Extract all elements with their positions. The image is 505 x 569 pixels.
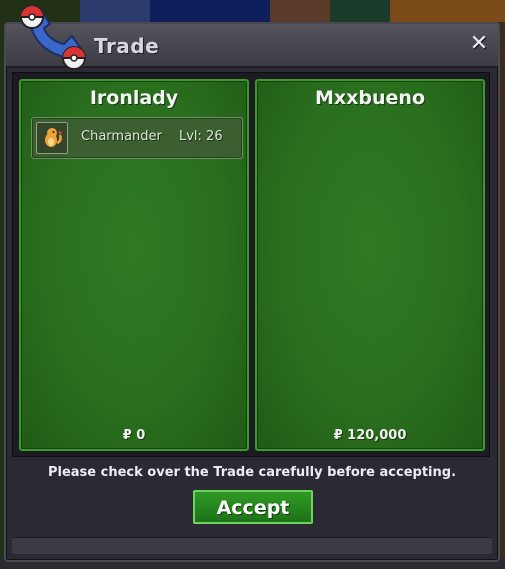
item-name: Charmander — [81, 129, 162, 144]
trader-money-left: ₽ 0 — [122, 428, 146, 443]
trade-item[interactable]: Charmander Lvl: 26 — [31, 117, 243, 159]
trader-name-left: Ironlady — [89, 87, 179, 109]
trader-panel-right: Mxxbueno ₽ 120,000 — [255, 79, 485, 451]
trader-name-right: Mxxbueno — [314, 87, 425, 109]
trade-window: Trade ✕ Ironlady Charmander Lvl: 26 ₽ 0 … — [4, 5, 500, 562]
trade-content: Ironlady Charmander Lvl: 26 ₽ 0 Mxxbueno… — [12, 72, 490, 457]
accept-button[interactable]: Accept — [193, 490, 313, 524]
trader-panel-left: Ironlady Charmander Lvl: 26 ₽ 0 — [19, 79, 249, 451]
window-title: Trade — [94, 34, 160, 58]
charmander-icon — [36, 122, 68, 154]
close-icon[interactable]: ✕ — [466, 31, 492, 57]
trade-logo-icon — [20, 5, 86, 70]
trader-money-right: ₽ 120,000 — [333, 428, 407, 443]
window-footer — [12, 537, 492, 554]
trade-notice: Please check over the Trade carefully be… — [47, 465, 457, 480]
item-level: Lvl: 26 — [179, 129, 223, 144]
